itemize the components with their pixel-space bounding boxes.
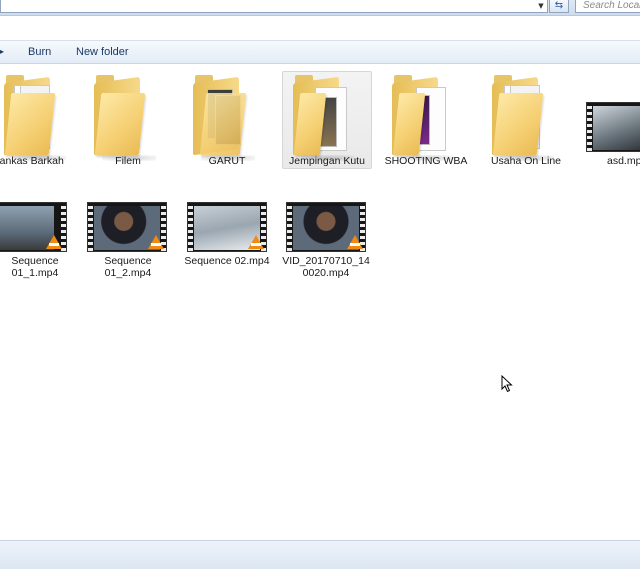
folder-label: rankas Barkah — [0, 155, 64, 167]
folder-item-usaha-on-line[interactable]: Usaha On Line — [480, 71, 572, 171]
refresh-icon[interactable]: ⇆ — [549, 0, 569, 13]
command-toolbar: ▸ Burn New folder — [0, 40, 640, 64]
vlc-cone-icon — [347, 235, 363, 249]
file-label-line1: Sequence 02.mp4 — [184, 255, 270, 267]
file-item-vid-20170710[interactable]: VID_20170710_14 0020.mp4 — [280, 200, 372, 300]
toolbar-chevron-icon[interactable]: ▸ — [0, 47, 4, 56]
folder-item-berkas-barkah[interactable]: rankas Barkah — [0, 71, 70, 171]
status-bar — [0, 540, 640, 569]
video-file-icon — [187, 202, 267, 252]
file-label-line2: 01_2.mp4 — [104, 267, 152, 279]
file-label-line2: 0020.mp4 — [302, 267, 350, 279]
file-label-line1: VID_20170710_14 — [282, 255, 370, 267]
video-file-icon — [87, 202, 167, 252]
vlc-cone-icon — [46, 235, 62, 249]
new-folder-button[interactable]: New folder — [76, 46, 129, 58]
folder-item-garut[interactable]: GARUT — [181, 71, 273, 171]
folder-item-filem[interactable]: Filem — [82, 71, 174, 171]
vlc-cone-icon — [148, 235, 164, 249]
folder-label: Filem — [115, 155, 141, 167]
file-item-sequence-02[interactable]: Sequence 02.mp4 — [181, 200, 273, 300]
folder-label: GARUT — [208, 155, 246, 167]
folder-label: Usaha On Line — [490, 155, 562, 167]
folder-label: Jempingan Kutu — [289, 155, 365, 167]
address-bar[interactable]: ▼ — [0, 0, 548, 13]
folder-item-shooting-wba[interactable]: SHOOTING WBA — [380, 71, 472, 171]
video-file-icon — [0, 202, 67, 252]
file-item-sequence-01-2[interactable]: Sequence 01_2.mp4 — [82, 200, 174, 300]
burn-button[interactable]: Burn — [28, 46, 51, 58]
vlc-cone-icon — [248, 235, 264, 249]
video-file-icon — [286, 202, 366, 252]
folder-item-jempingan-kutu[interactable]: Jempingan Kutu — [282, 71, 372, 169]
search-input[interactable]: Search Local Disk — [575, 0, 640, 13]
video-file-icon — [586, 102, 640, 152]
file-item-asd[interactable]: asd.mp — [580, 71, 640, 171]
file-label-line1: Sequence — [104, 255, 152, 267]
address-dropdown-icon[interactable]: ▼ — [534, 1, 548, 12]
file-list-view[interactable]: rankas Barkah Filem GARUT Jempingan Kutu — [0, 65, 640, 540]
file-item-sequence-01-1[interactable]: Sequence 01_1.mp4 — [0, 200, 70, 300]
file-label-line1: Sequence — [11, 255, 59, 267]
address-bar-area: ▼ ⇆ Search Local Disk — [0, 0, 640, 16]
mouse-cursor-icon — [501, 375, 513, 393]
file-label-line2: 01_1.mp4 — [11, 267, 59, 279]
folder-label: SHOOTING WBA — [384, 155, 468, 167]
file-label: asd.mp — [607, 155, 640, 167]
